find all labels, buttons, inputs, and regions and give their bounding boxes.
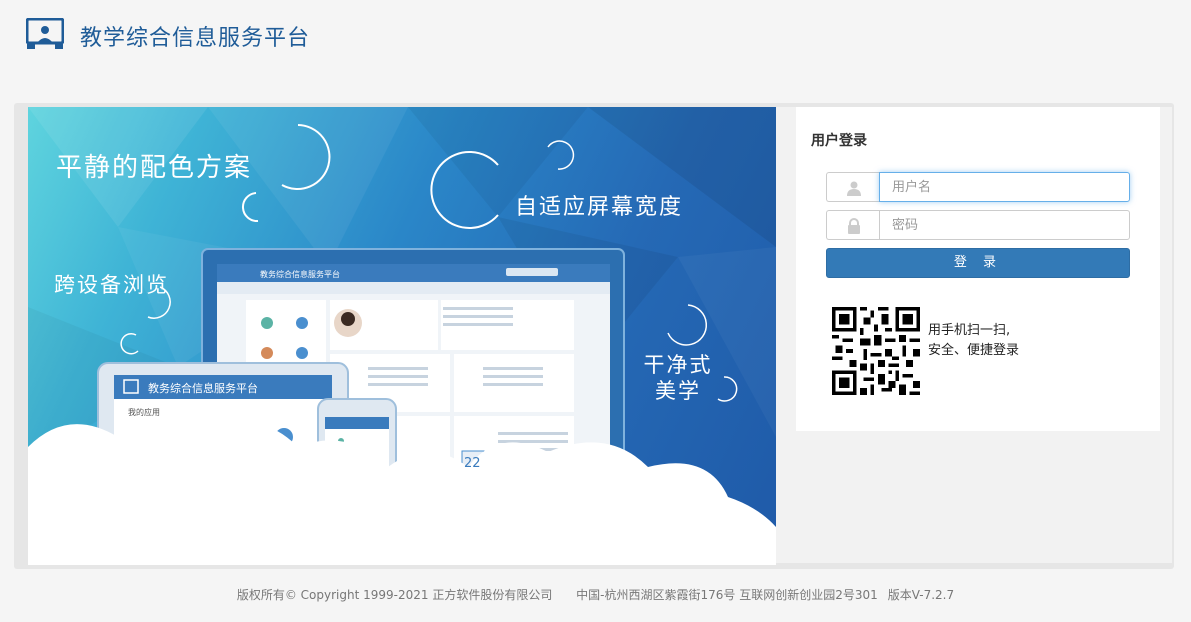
promo-banner: 平静的配色方案 自适应屏幕宽度 跨设备浏览 干净式 美学 教务综合信息服务平台 … <box>28 107 776 565</box>
banner-caption-color-scheme: 平静的配色方案 <box>56 153 253 183</box>
qr-instruction-line2: 安全、便捷登录 <box>928 343 1020 358</box>
login-title: 用户登录 <box>811 133 867 149</box>
mock-tablet-section: 我的应用 <box>128 408 160 417</box>
login-button[interactable]: 登 录 <box>826 248 1130 278</box>
footer-version: 版本V-7.2.7 <box>887 588 955 602</box>
password-addon <box>826 210 879 240</box>
banner-caption-adaptive-width: 自适应屏幕宽度 <box>515 195 684 220</box>
banner-caption-cross-device: 跨设备浏览 <box>54 273 169 297</box>
footer-address: 中国-杭州西湖区紫霞街176号 互联网创新创业园2号301 <box>576 588 878 602</box>
banner-caption-clean-line2: 美学 <box>655 379 701 403</box>
username-group <box>826 172 1130 202</box>
mock-desktop-title: 教务综合信息服务平台 <box>260 270 340 279</box>
banner-caption-clean-line1: 干净式 <box>643 353 713 377</box>
login-panel: 用户登录 登 录 <box>796 107 1160 431</box>
page-footer: 版权所有© Copyright 1999-2021 正方软件股份有限公司 中国-… <box>0 586 1191 603</box>
site-title: 教学综合信息服务平台 <box>80 26 311 51</box>
mock-calendar-day: 22 <box>464 456 481 471</box>
username-input[interactable] <box>879 172 1130 202</box>
username-addon <box>826 172 879 202</box>
monitor-person-icon <box>26 18 64 49</box>
page-header: 教学综合信息服务平台 <box>0 0 1191 70</box>
password-input[interactable] <box>879 210 1130 240</box>
password-group <box>826 210 1130 240</box>
footer-copyright: 版权所有© Copyright 1999-2021 正方软件股份有限公司 <box>236 588 553 602</box>
qr-instruction-line1: 用手机扫一扫, <box>928 323 1011 338</box>
lock-icon <box>848 218 860 234</box>
mock-tablet-title: 教务综合信息服务平台 <box>148 382 258 395</box>
qr-instructions: 用手机扫一扫, 安全、便捷登录 <box>928 321 1019 361</box>
qr-code <box>832 307 920 395</box>
banner-caption-clean-aesthetic: 干净式 美学 <box>640 352 716 404</box>
user-icon <box>847 181 861 196</box>
